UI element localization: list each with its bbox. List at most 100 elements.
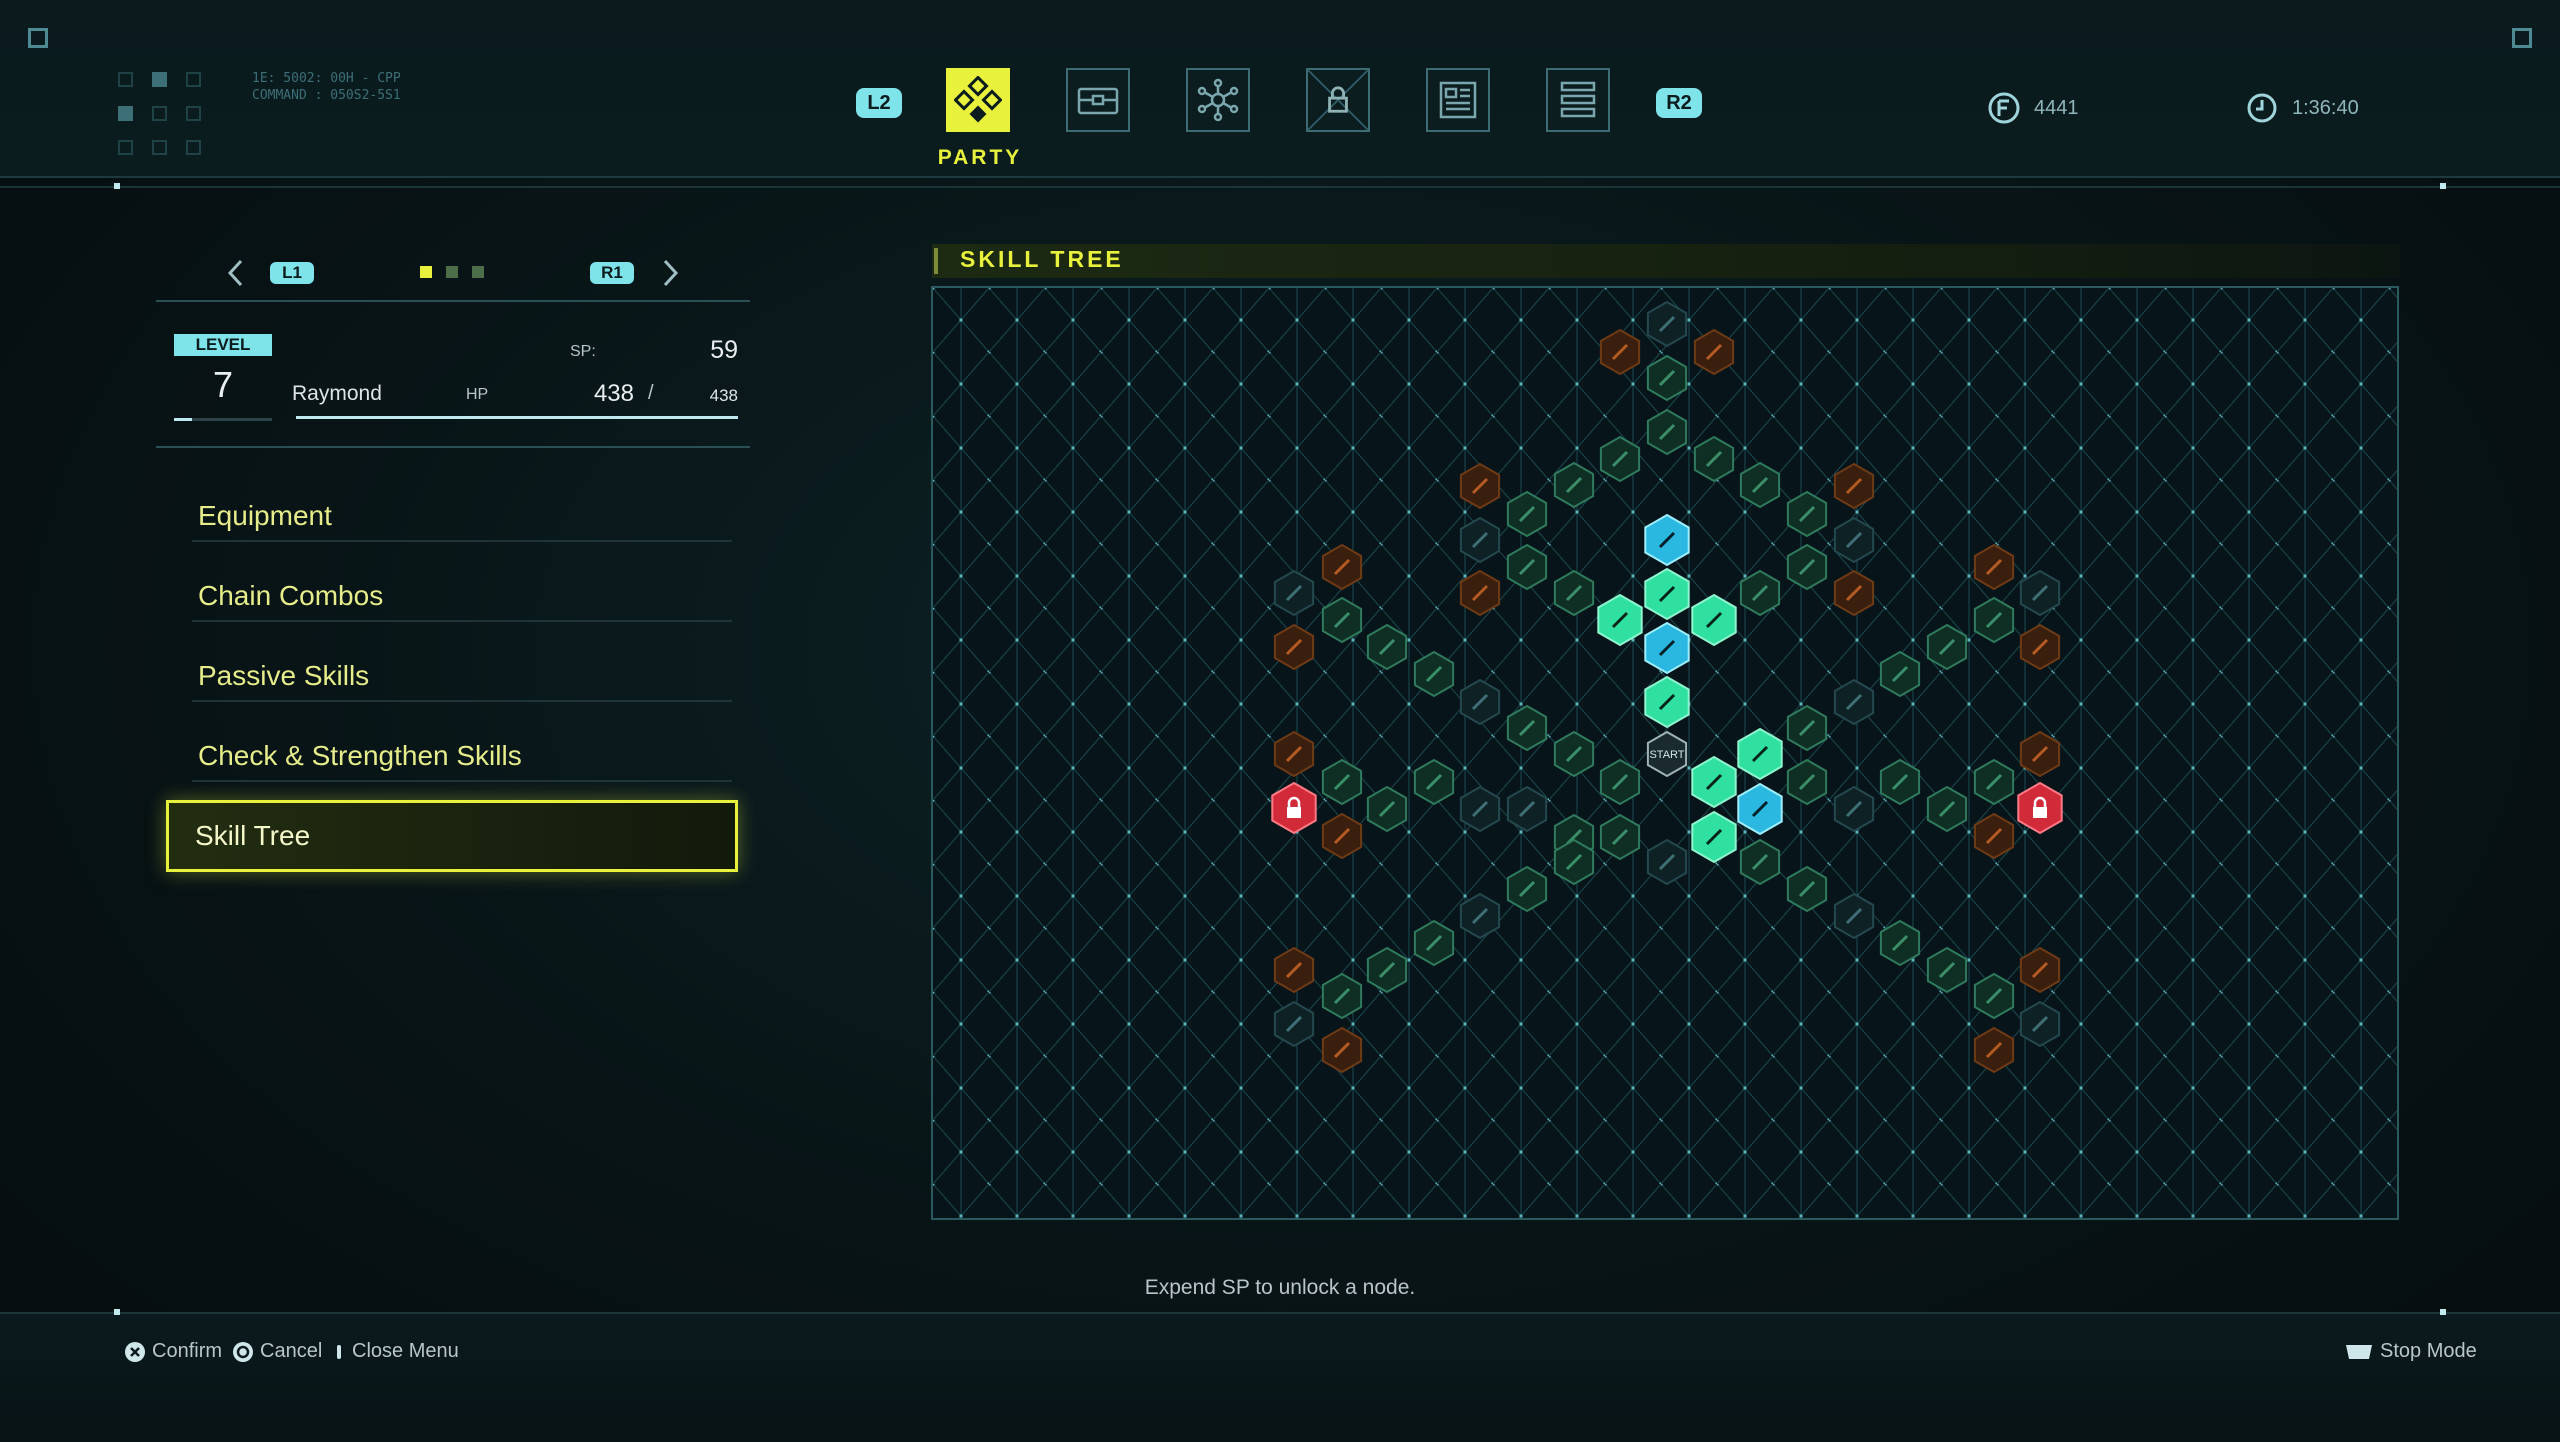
skill-node[interactable] [1926,785,1968,833]
start-node[interactable]: START [1646,730,1688,778]
chevron-right-icon[interactable] [660,258,680,288]
tab-key-l2[interactable]: L2 [856,88,902,118]
tab-archive[interactable] [1426,68,1490,132]
skill-node[interactable] [1413,919,1455,967]
skill-node[interactable] [1321,972,1363,1020]
deco-dot [2440,1309,2446,1315]
skill-node[interactable] [2019,946,2061,994]
skill-node[interactable] [1833,785,1875,833]
skill-node[interactable] [1413,758,1455,806]
skill-node[interactable] [1973,1026,2015,1074]
skill-node[interactable] [1273,1000,1315,1048]
skill-node[interactable] [1599,758,1641,806]
tab-key-r2[interactable]: R2 [1656,88,1702,118]
tab-system[interactable] [1186,68,1250,132]
skill-node[interactable] [1366,946,1408,994]
skill-node[interactable] [1879,919,1921,967]
skill-node[interactable] [1833,462,1875,510]
skill-node[interactable] [1833,892,1875,940]
skill-node[interactable] [1973,812,2015,860]
skill-node[interactable] [1739,838,1781,886]
menu-item-equipment[interactable]: Equipment [192,492,732,542]
skill-node[interactable] [1926,946,1968,994]
stop-mode-hint[interactable]: Stop Mode [2344,1340,2477,1363]
menu-item-passive-skills[interactable]: Passive Skills [192,652,732,702]
skill-node[interactable] [1833,516,1875,564]
tab-party[interactable] [946,68,1010,132]
skill-node[interactable] [1273,946,1315,994]
exp-bar-fill [174,418,192,421]
confirm-label: Confirm [152,1340,223,1362]
skill-node[interactable] [1506,490,1548,538]
skill-node[interactable] [1693,328,1735,376]
skill-node[interactable] [1506,865,1548,913]
chevron-left-icon[interactable] [226,258,246,288]
skill-node[interactable] [1459,462,1501,510]
skill-node[interactable] [2019,623,2061,671]
tab-locked[interactable] [1306,68,1370,132]
skill-node[interactable] [1459,678,1501,726]
skill-node[interactable] [1506,704,1548,752]
tab-items[interactable] [1066,68,1130,132]
skill-node[interactable] [1786,490,1828,538]
skill-node[interactable] [1646,408,1688,456]
skill-node[interactable] [1506,785,1548,833]
menu-item-skill-tree[interactable]: Skill Tree [166,800,738,872]
skill-node[interactable] [1366,785,1408,833]
skill-node[interactable] [1833,569,1875,617]
skill-node[interactable] [1833,678,1875,726]
skill-node[interactable] [2019,569,2061,617]
credits-icon [1988,92,2020,124]
skill-node[interactable] [1973,596,2015,644]
key-r1[interactable]: R1 [590,262,634,284]
skill-node[interactable] [1646,838,1688,886]
skill-node[interactable] [1879,650,1921,698]
cancel-hint[interactable]: Cancel [232,1340,322,1363]
skill-node[interactable] [2019,1000,2061,1048]
skill-node[interactable] [1693,435,1735,483]
confirm-hint[interactable]: Confirm [124,1340,222,1363]
skill-node[interactable] [1553,569,1595,617]
skill-node[interactable] [1599,328,1641,376]
skill-node[interactable] [1273,569,1315,617]
skill-node[interactable] [1786,758,1828,806]
menu-item-chain-combos[interactable]: Chain Combos [192,572,732,622]
skill-node[interactable] [1599,813,1641,861]
skill-node[interactable] [1553,730,1595,778]
skill-node[interactable] [1321,812,1363,860]
skill-node[interactable] [1973,972,2015,1020]
skill-node[interactable] [1459,569,1501,617]
skill-node[interactable] [1459,785,1501,833]
skill-node[interactable] [1321,596,1363,644]
skill-node[interactable] [1366,623,1408,671]
skill-node[interactable] [1739,569,1781,617]
skill-node[interactable] [2019,730,2061,778]
skill-node[interactable] [1321,543,1363,591]
skill-node[interactable] [1321,1026,1363,1074]
skill-node[interactable] [1273,730,1315,778]
close-menu-hint[interactable]: Close Menu [332,1340,459,1363]
skill-node[interactable] [1273,623,1315,671]
skill-node[interactable] [1599,435,1641,483]
skill-node[interactable] [1786,543,1828,591]
skill-node[interactable] [1553,838,1595,886]
skill-node[interactable] [1786,704,1828,752]
skill-node[interactable] [1506,543,1548,591]
tab-settings[interactable] [1546,68,1610,132]
skill-node[interactable] [1879,758,1921,806]
skill-node[interactable] [1926,623,1968,671]
skill-node[interactable] [1459,892,1501,940]
skill-node[interactable] [1973,543,2015,591]
skill-node[interactable] [1786,865,1828,913]
key-l1[interactable]: L1 [270,262,314,284]
skill-node[interactable] [1459,516,1501,564]
skill-node[interactable] [1646,300,1688,348]
skill-node[interactable] [1973,758,2015,806]
menu-item-check-strengthen[interactable]: Check & Strengthen Skills [192,732,732,782]
skill-node[interactable] [1739,461,1781,509]
skill-node[interactable] [1553,461,1595,509]
skill-node[interactable] [1646,354,1688,402]
hp-current: 438 [593,380,634,407]
skill-node[interactable] [1413,650,1455,698]
skill-node[interactable] [1321,758,1363,806]
